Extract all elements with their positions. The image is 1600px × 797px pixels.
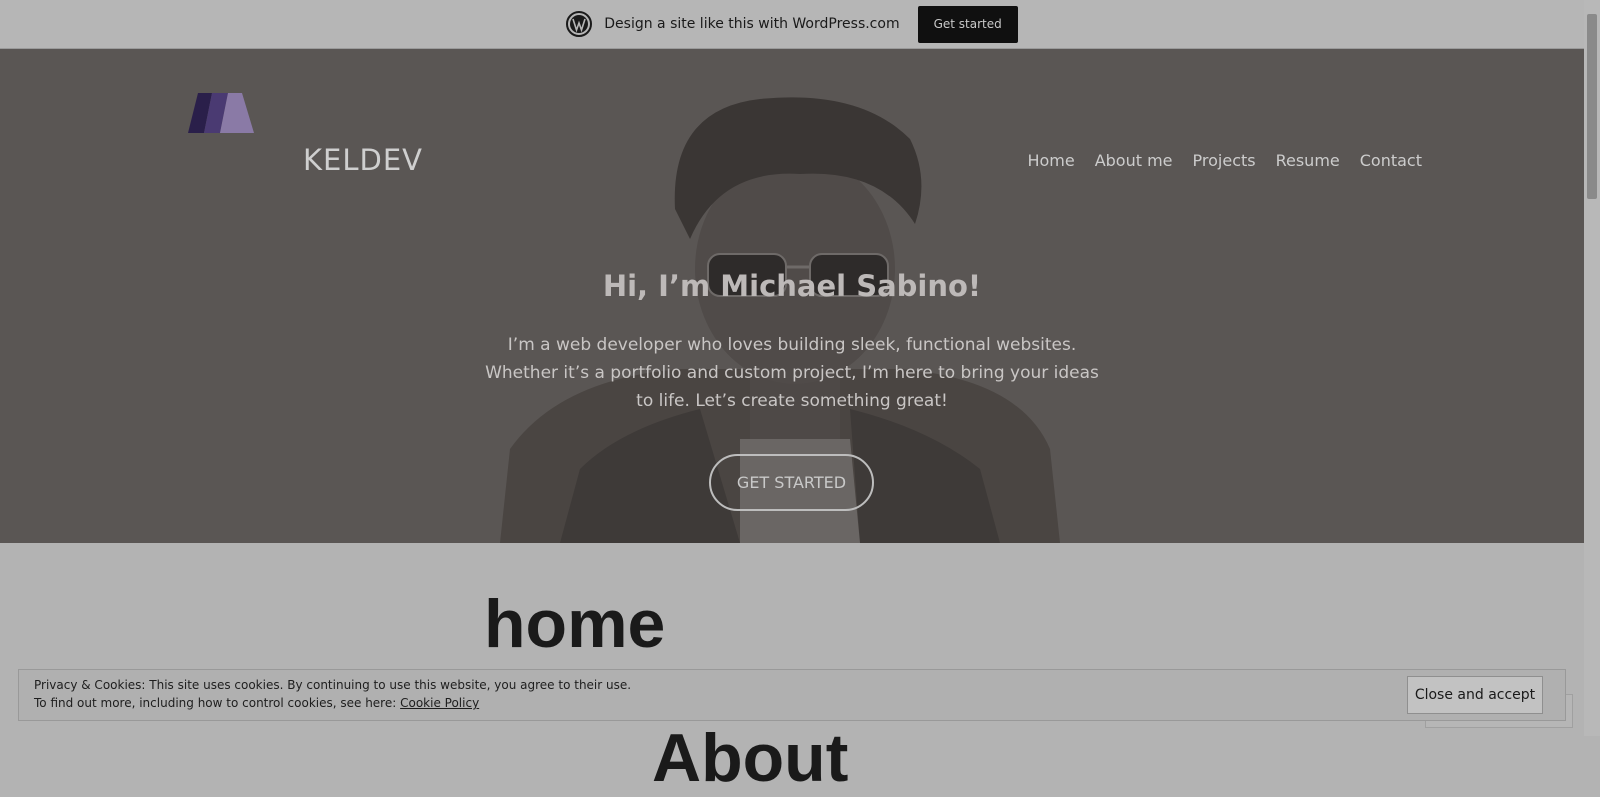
hero-section: KELDEV Home About me Projects Resume Con…: [0, 49, 1584, 543]
nav-item-about-me[interactable]: About me: [1095, 151, 1173, 170]
cookie-more-info-text: To find out more, including how to contr…: [34, 696, 397, 710]
promo-text: Design a site like this with WordPress.c…: [604, 16, 900, 32]
hero-content: Hi, I’m Michael Sabino! I’m a web develo…: [480, 269, 1104, 415]
cookie-banner: Privacy & Cookies: This site uses cookie…: [18, 669, 1566, 721]
get-started-button[interactable]: Get started: [917, 5, 1018, 43]
hero-description: I’m a web developer who loves building s…: [485, 335, 1099, 411]
nav-item-contact[interactable]: Contact: [1360, 151, 1422, 170]
cookie-more-info: To find out more, including how to contr…: [34, 696, 479, 710]
page-scrollbar[interactable]: [1584, 0, 1600, 736]
main-navigation: Home About me Projects Resume Contact: [1027, 151, 1422, 170]
close-and-accept-button[interactable]: Close and accept: [1407, 676, 1543, 714]
nav-item-resume[interactable]: Resume: [1276, 151, 1340, 170]
wordpress-promo-bar: Design a site like this with WordPress.c…: [0, 0, 1584, 49]
site-title[interactable]: KELDEV: [303, 143, 423, 177]
hero-get-started-button[interactable]: GET STARTED: [709, 454, 874, 511]
scrollbar-thumb[interactable]: [1587, 14, 1597, 199]
cookie-notice-text: Privacy & Cookies: This site uses cookie…: [34, 678, 632, 692]
nav-item-projects[interactable]: Projects: [1193, 151, 1256, 170]
section-heading: About: [652, 720, 849, 796]
page-heading: home: [484, 586, 666, 662]
hero-title: Hi, I’m Michael Sabino!: [602, 269, 982, 303]
wordpress-logo-icon[interactable]: [566, 11, 593, 37]
cookie-policy-link[interactable]: Cookie Policy: [400, 696, 479, 710]
nav-item-home[interactable]: Home: [1027, 151, 1074, 170]
site-header: KELDEV Home About me Projects Resume Con…: [0, 49, 1584, 179]
site-logo-icon[interactable]: [188, 93, 256, 133]
